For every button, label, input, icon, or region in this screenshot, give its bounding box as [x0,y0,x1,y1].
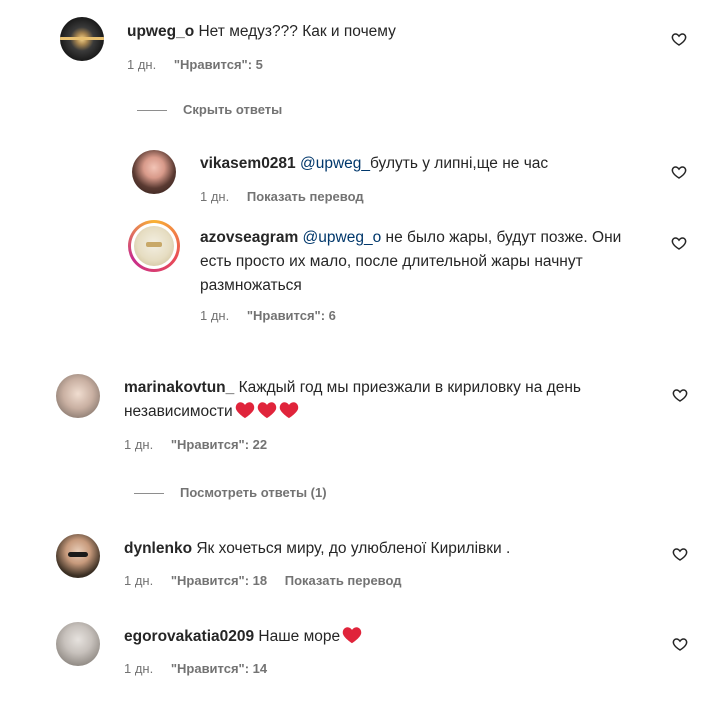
comment-text: azovseagram @upweg_o не было жары, будут… [200,226,646,298]
avatar[interactable] [60,17,104,61]
heart-outline-icon[interactable] [671,235,687,251]
divider [134,493,164,495]
comment-text: egorovakatia0209 Наше море [124,625,649,649]
view-replies-label: Посмотреть ответы (1) [180,485,327,500]
comment-text: upweg_o Нет медуз??? Как и почему [127,20,647,44]
timestamp[interactable]: 1 дн. [124,573,153,588]
likes-count[interactable]: "Нравится": 22 [171,437,267,452]
hide-replies-label: Скрыть ответы [183,102,283,117]
comment-meta: 1 дн. "Нравится": 6 [200,308,350,323]
heart-outline-icon[interactable] [671,164,687,180]
avatar[interactable] [132,150,176,194]
timestamp[interactable]: 1 дн. [200,189,229,204]
comment-meta: 1 дн. "Нравится": 22 [124,437,281,452]
likes-count[interactable]: "Нравится": 5 [174,57,263,72]
timestamp[interactable]: 1 дн. [200,308,229,323]
translate-button[interactable]: Показать перевод [285,573,402,588]
translate-button[interactable]: Показать перевод [247,189,364,204]
avatar[interactable] [56,374,100,418]
heart-outline-icon[interactable] [672,387,688,403]
likes-count[interactable]: "Нравится": 6 [247,308,336,323]
mention-link[interactable]: @upweg_o [303,229,382,246]
heart-outline-icon[interactable] [672,636,688,652]
timestamp[interactable]: 1 дн. [127,57,156,72]
comment-body: Нет медуз??? Как и почему [198,23,396,40]
heart-outline-icon[interactable] [672,546,688,562]
hide-replies-button[interactable]: Скрыть ответы [137,102,282,117]
comment-meta: 1 дн. "Нравится": 18 Показать перевод [124,573,416,588]
heart-outline-icon[interactable] [671,31,687,47]
likes-count[interactable]: "Нравится": 18 [171,573,267,588]
avatar[interactable] [56,622,100,666]
timestamp[interactable]: 1 дн. [124,661,153,676]
comment-body: булуть у липні,ще не час [370,155,549,172]
comment-text: marinakovtun_ Каждый год мы приезжали в … [124,376,649,424]
red-heart-emoji [342,627,362,644]
timestamp[interactable]: 1 дн. [124,437,153,452]
comment-meta: 1 дн. Показать перевод [200,189,378,204]
username[interactable]: azovseagram [200,229,298,246]
red-heart-emoji [257,402,276,419]
divider [137,110,167,112]
username[interactable]: dynlenko [124,540,192,557]
red-heart-emoji [279,402,298,419]
view-replies-button[interactable]: Посмотреть ответы (1) [134,485,327,500]
comment-text: dynlenko Як хочеться миру, до улюбленої … [124,537,649,561]
username[interactable]: upweg_o [127,23,194,40]
avatar[interactable] [56,534,100,578]
comment-body: Як хочеться миру, до улюбленої Кирилівки… [192,540,511,557]
comment-text: vikasem0281 @upweg_булуть у липні,ще не … [200,152,640,176]
username[interactable]: vikasem0281 [200,155,296,172]
username[interactable]: egorovakatia0209 [124,628,254,645]
comment-body: Наше море [254,628,341,645]
mention-link[interactable]: @upweg_ [300,155,370,172]
comment-meta: 1 дн. "Нравится": 14 [124,661,281,676]
comment-meta: 1 дн. "Нравится": 5 [127,57,277,72]
avatar-story-ring[interactable] [128,220,180,272]
red-heart-emoji [235,402,254,419]
username[interactable]: marinakovtun_ [124,379,234,396]
likes-count[interactable]: "Нравится": 14 [171,661,267,676]
